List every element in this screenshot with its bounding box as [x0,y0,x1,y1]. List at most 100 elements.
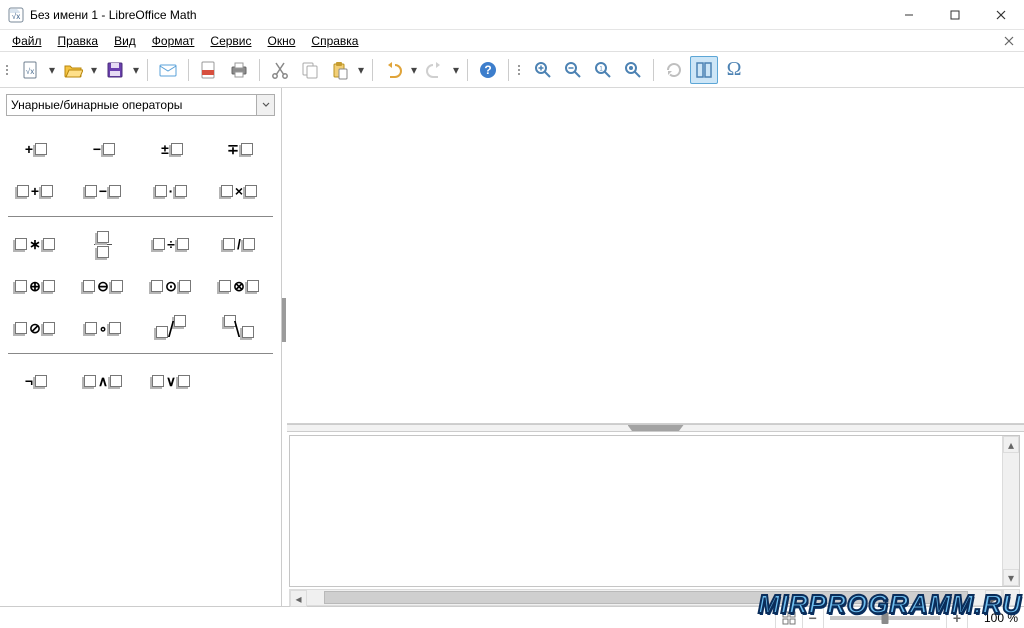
redo-dropdown[interactable]: ▾ [451,56,461,84]
scroll-left-icon[interactable]: ◂ [290,590,307,607]
element-subtraction[interactable]: − [78,176,128,206]
zoom-fit-button[interactable] [776,607,803,628]
titlebar: √x Без имени 1 - LibreOffice Math [0,0,1024,30]
new-button[interactable]: √x [17,56,45,84]
elements-row: ∗ ÷ / [8,223,273,265]
toolbar-grip[interactable] [518,58,524,82]
scroll-down-icon[interactable]: ▾ [1003,569,1019,586]
menu-tools[interactable]: Сервис [204,32,257,50]
close-document-button[interactable] [1000,32,1018,50]
formula-preview[interactable] [287,88,1024,424]
element-unary-minus[interactable]: − [78,134,128,164]
menu-edit[interactable]: Правка [52,32,105,50]
window-controls [886,0,1024,30]
zoom-in-button[interactable] [529,56,557,84]
horizontal-splitter[interactable] [287,424,1024,432]
maximize-button[interactable] [932,0,978,30]
elements-row: ⊕ ⊖ ⊙ ⊗ [8,265,273,307]
workspace: Унарные/бинарные операторы +−± ∓ +−· × ∗ ÷ / ⊕ ⊖… [0,88,1024,606]
menu-view[interactable]: Вид [108,32,142,50]
element-division-slash[interactable]: / [214,229,264,259]
element-circled-times[interactable]: ⊗ [214,271,264,301]
element-addition[interactable]: + [10,176,60,206]
paste-button[interactable] [326,56,354,84]
menubar: Файл Правка Вид Формат Сервис Окно Справ… [0,30,1024,52]
element-division-colon[interactable]: ÷ [146,229,196,259]
copy-button[interactable] [296,56,324,84]
element-boolean-and[interactable]: ∧ [78,366,128,396]
status-message [0,607,776,628]
open-dropdown[interactable]: ▾ [89,56,99,84]
mail-button[interactable] [154,56,182,84]
elements-panel: Унарные/бинарные операторы +−± ∓ +−· × ∗ ÷ / ⊕ ⊖… [0,88,282,606]
element-unary-plus[interactable]: + [10,134,60,164]
undo-button[interactable] [379,56,407,84]
save-button[interactable] [101,56,129,84]
zoom-in-status-button[interactable]: + [947,607,968,628]
menu-file[interactable]: Файл [6,32,48,50]
element-boolean-or[interactable]: ∨ [146,366,196,396]
element-circled-minus[interactable]: ⊖ [78,271,128,301]
redo-button[interactable] [421,56,449,84]
menu-help[interactable]: Справка [305,32,364,50]
menu-format[interactable]: Формат [146,32,201,50]
elements-category-select[interactable]: Унарные/бинарные операторы [6,94,275,116]
element-plus-minus[interactable]: ± [146,134,196,164]
standard-toolbar: √x ▾ ▾ ▾ ▾ ▾ ▾ ? [0,52,1024,88]
zoom-slider[interactable] [824,607,947,628]
editor-scrollbar-h[interactable]: ◂ ▸ [289,589,1020,606]
toolbar-grip[interactable] [6,58,12,82]
minimize-button[interactable] [886,0,932,30]
paste-dropdown[interactable]: ▾ [356,56,366,84]
statusbar: − + 100 % [0,606,1024,628]
open-button[interactable] [59,56,87,84]
editor-scrollbar-v[interactable]: ▴ ▾ [1002,436,1019,586]
undo-dropdown[interactable]: ▾ [409,56,419,84]
element-wide-slash[interactable]: / [146,313,196,343]
elements-row: +−± ∓ [8,128,273,170]
element-circled-plus[interactable]: ⊕ [10,271,60,301]
cut-button[interactable] [266,56,294,84]
svg-text:√x: √x [26,67,34,76]
print-button[interactable] [225,56,253,84]
svg-text:√x: √x [12,12,20,21]
elements-row: +−· × [8,170,273,217]
save-dropdown[interactable]: ▾ [131,56,141,84]
svg-text:?: ? [484,63,491,77]
scroll-up-icon[interactable]: ▴ [1003,436,1019,453]
scroll-thumb[interactable] [324,591,968,604]
elements-row: ⊘ ∘ / \ [8,307,273,354]
element-circled-slash[interactable]: ⊘ [10,313,60,343]
element-boolean-not[interactable]: ¬ [10,366,60,396]
zoom-100-button[interactable]: 1 [589,56,617,84]
close-button[interactable] [978,0,1024,30]
scroll-right-icon[interactable]: ▸ [985,590,1002,607]
zoom-value[interactable]: 100 % [968,607,1024,628]
element-wide-backslash[interactable]: \ [214,313,264,343]
window-title: Без имени 1 - LibreOffice Math [30,8,197,22]
element-multiplication-star[interactable]: ∗ [10,229,60,259]
formula-cursor-button[interactable] [690,56,718,84]
element-multiplication-dot[interactable]: · [146,176,196,206]
zoom-out-status-button[interactable]: − [803,607,824,628]
menu-window[interactable]: Окно [262,32,302,50]
element-multiplication-cross[interactable]: × [214,176,264,206]
elements-row: ¬ ∧ ∨ [8,360,273,402]
formula-editor-input[interactable] [290,436,1002,586]
element-division-fraction[interactable] [78,229,128,259]
zoom-show-all-button[interactable] [619,56,647,84]
element-concatenate[interactable]: ∘ [78,313,128,343]
svg-text:1: 1 [599,66,603,72]
scroll-corner [1003,589,1020,606]
formula-editor: ▴ ▾ [289,435,1020,587]
symbols-button[interactable]: Ω [720,56,748,84]
chevron-down-icon [256,95,274,115]
elements-grid: +−± ∓ +−· × ∗ ÷ / ⊕ ⊖ ⊙ ⊗ ⊘ ∘ / \ ¬ ∧ ∨ [0,122,281,606]
element-minus-plus[interactable]: ∓ [214,134,264,164]
refresh-button[interactable] [660,56,688,84]
help-button[interactable]: ? [474,56,502,84]
element-circled-dot[interactable]: ⊙ [146,271,196,301]
new-dropdown[interactable]: ▾ [47,56,57,84]
zoom-out-button[interactable] [559,56,587,84]
export-pdf-button[interactable] [195,56,223,84]
